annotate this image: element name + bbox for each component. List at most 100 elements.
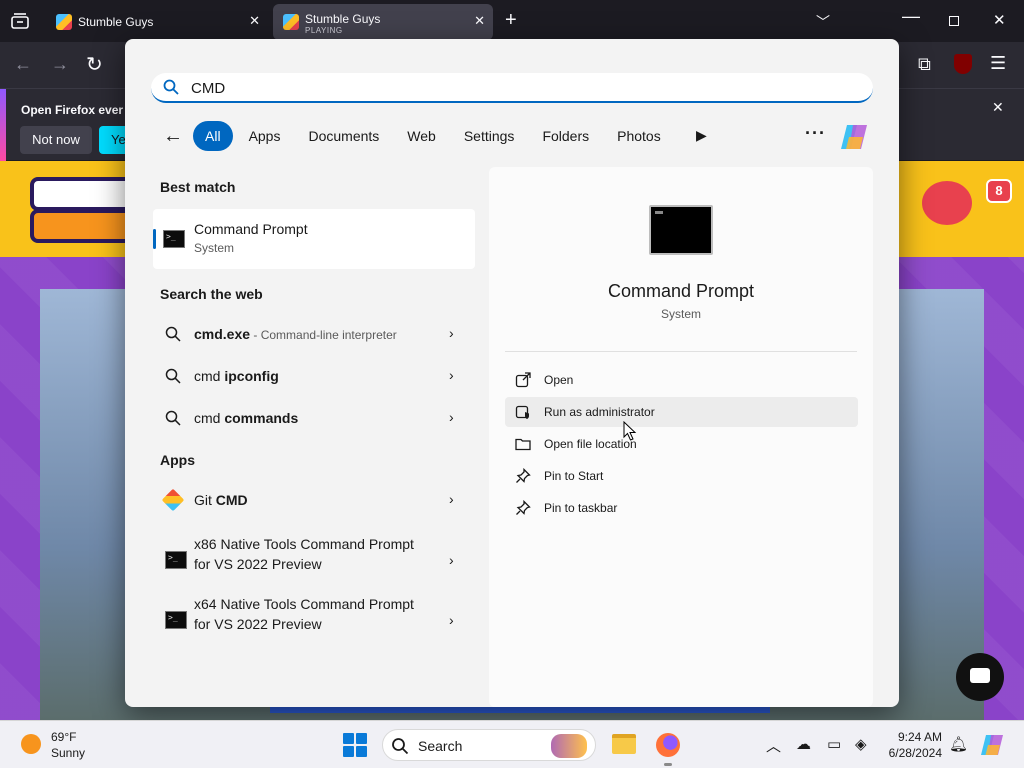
ublock-icon[interactable] — [954, 54, 972, 74]
web-result-label: cmd ipconfig — [194, 368, 279, 384]
app-result-x64-native-tools[interactable]: x64 Native Tools Command Prompt for VS 2… — [153, 591, 475, 651]
search-web-heading: Search the web — [160, 286, 263, 302]
copilot-icon[interactable] — [980, 733, 1004, 757]
search-highlight-art — [551, 734, 587, 758]
git-icon — [161, 488, 185, 512]
minimize-icon[interactable]: — — [902, 6, 920, 27]
windows-start-icon[interactable] — [343, 733, 367, 757]
filter-documents[interactable]: Documents — [296, 121, 391, 151]
app-result-label: Git CMD — [194, 492, 248, 508]
web-result-cmd-commands[interactable]: cmd commands › — [153, 398, 475, 438]
chevron-down-icon[interactable]: ﹀ — [816, 12, 830, 32]
search-icon — [392, 738, 409, 755]
search-icon — [163, 79, 179, 95]
tab-stumble-guys-2[interactable]: Stumble Guys PLAYING ✕ — [273, 4, 493, 40]
app-result-git-cmd[interactable]: Git CMD › — [153, 480, 475, 520]
list-all-tabs-icon[interactable] — [10, 12, 30, 30]
filter-settings[interactable]: Settings — [452, 121, 527, 151]
action-label: Run as administrator — [544, 405, 655, 419]
sunny-weather-icon — [21, 734, 41, 754]
back-arrow-icon[interactable]: ← — [163, 125, 183, 148]
clock-date[interactable]: 6/28/2024 — [880, 746, 942, 760]
browser-tab-bar: Stumble Guys ✕ Stumble Guys PLAYING ✕ + … — [0, 0, 1024, 42]
taskbar-search-box[interactable]: Search — [382, 729, 596, 761]
app-result-x86-native-tools[interactable]: x86 Native Tools Command Prompt for VS 2… — [153, 531, 475, 591]
taskbar-search-label: Search — [418, 738, 463, 754]
action-pin-to-start[interactable]: Pin to Start — [505, 461, 858, 491]
detail-subtitle: System — [660, 307, 701, 321]
chevron-right-icon: › — [449, 612, 454, 628]
action-pin-to-taskbar[interactable]: Pin to taskbar — [505, 493, 858, 523]
not-now-button[interactable]: Not now — [20, 126, 92, 154]
extensions-icon[interactable]: ⧉ — [918, 54, 931, 75]
close-tab-icon[interactable]: ✕ — [249, 13, 260, 29]
firefox-icon[interactable] — [656, 733, 680, 757]
action-label: Open — [544, 373, 574, 387]
network-icon[interactable]: ◈ — [855, 735, 867, 753]
notification-bell-icon[interactable]: 🔔︎ — [949, 735, 968, 753]
forward-icon[interactable]: → — [51, 54, 69, 75]
search-icon — [165, 410, 181, 426]
search-input[interactable] — [191, 77, 791, 99]
cloud-offline-icon[interactable]: ☁ — [796, 735, 811, 753]
windows-taskbar: 69°F Sunny Search ︿ ☁ ▭ ◈ 9:24 AM 6/28/2… — [0, 720, 1024, 768]
copilot-icon[interactable] — [839, 123, 869, 151]
notification-accent — [0, 89, 6, 161]
apps-heading: Apps — [160, 452, 195, 468]
windows-search-panel: ← All Apps Documents Web Settings Folder… — [125, 39, 899, 707]
best-match-command-prompt[interactable]: Command Prompt System — [153, 209, 475, 269]
open-external-icon — [515, 372, 531, 388]
chat-icon[interactable] — [956, 653, 1004, 701]
filter-web[interactable]: Web — [395, 121, 448, 151]
action-run-as-administrator[interactable]: Run as administrator — [505, 397, 858, 427]
command-prompt-icon — [163, 230, 185, 248]
action-label: Pin to taskbar — [544, 501, 618, 515]
command-prompt-icon — [165, 611, 187, 629]
tab-stumble-guys-1[interactable]: Stumble Guys ✕ — [46, 4, 268, 40]
search-box[interactable] — [151, 73, 873, 103]
web-result-cmd-exe[interactable]: cmd.exe - Command-line interpreter › — [153, 314, 475, 354]
filter-all[interactable]: All — [193, 121, 233, 151]
reload-icon[interactable]: ↻ — [86, 52, 103, 77]
search-icon — [165, 368, 181, 384]
loading-strip — [270, 707, 770, 713]
filter-photos[interactable]: Photos — [605, 121, 673, 151]
best-match-title: Command Prompt — [194, 221, 308, 237]
close-window-icon[interactable]: ✕ — [993, 11, 1006, 29]
selection-indicator — [153, 229, 156, 249]
filter-folders[interactable]: Folders — [530, 121, 601, 151]
close-tab-icon[interactable]: ✕ — [474, 13, 485, 29]
result-detail-pane: Command Prompt System Open Run as admini… — [489, 167, 873, 707]
divider — [505, 351, 857, 352]
best-match-subtitle: System — [194, 241, 235, 255]
maximize-icon[interactable] — [949, 16, 959, 26]
back-icon[interactable]: ← — [14, 54, 32, 75]
web-result-label: cmd commands — [194, 410, 299, 426]
show-hidden-icons-icon[interactable]: ︿ — [766, 735, 781, 756]
close-notification-icon[interactable]: ✕ — [992, 99, 1004, 116]
filter-apps[interactable]: Apps — [237, 121, 293, 151]
admin-shield-icon — [515, 405, 529, 419]
display-icon[interactable]: ▭ — [827, 735, 841, 753]
folder-icon — [515, 438, 531, 451]
more-filters-play-icon[interactable]: ▶ — [696, 127, 707, 144]
action-open-file-location[interactable]: Open file location — [505, 429, 858, 459]
search-icon — [165, 326, 181, 342]
tab-playing-label: PLAYING — [305, 26, 343, 35]
hamburger-menu-icon[interactable]: ☰ — [990, 53, 1006, 74]
command-prompt-large-icon — [649, 205, 713, 255]
new-tab-icon[interactable]: + — [505, 9, 517, 32]
app-result-label: x64 Native Tools Command Prompt for VS 2… — [194, 596, 414, 632]
web-result-cmd-ipconfig[interactable]: cmd ipconfig › — [153, 356, 475, 396]
action-open[interactable]: Open — [505, 365, 858, 395]
clock-time[interactable]: 9:24 AM — [880, 730, 942, 744]
more-options-icon[interactable]: ··· — [805, 123, 826, 144]
weather-condition: Sunny — [51, 746, 86, 760]
avatar-notification-badge: 8 — [986, 179, 1012, 203]
player-avatar[interactable] — [922, 181, 972, 225]
filter-chips: All Apps Documents Web Settings Folders … — [193, 121, 673, 151]
stumble-guys-favicon — [283, 14, 299, 30]
file-explorer-icon[interactable] — [612, 734, 636, 754]
web-result-label: cmd.exe - Command-line interpreter — [194, 326, 397, 342]
chevron-right-icon: › — [449, 367, 454, 383]
